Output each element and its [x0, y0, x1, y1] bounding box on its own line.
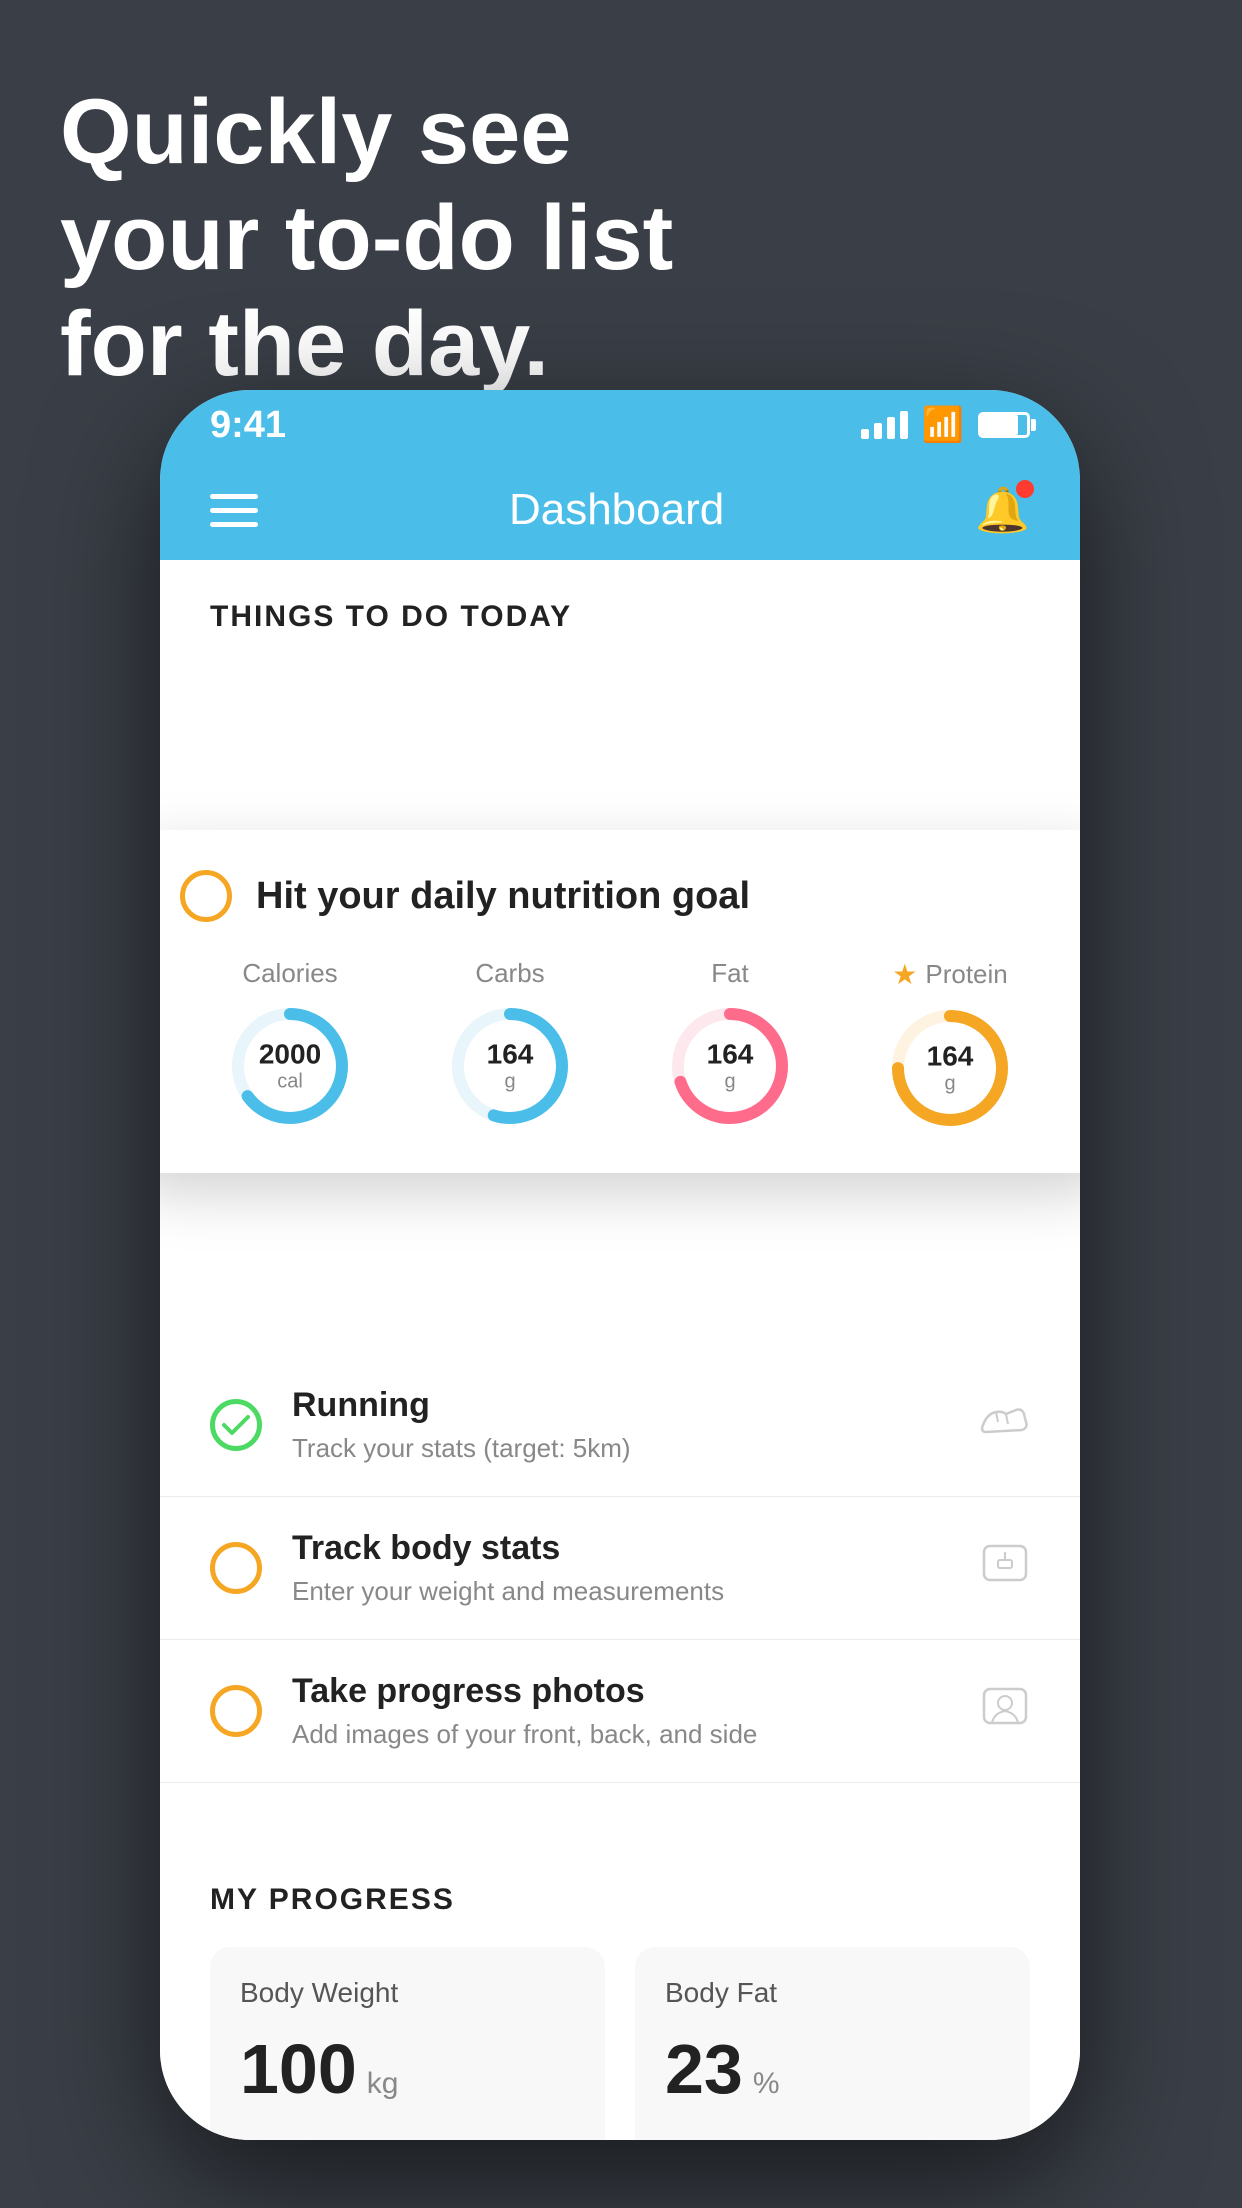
running-title: Running: [292, 1386, 948, 1425]
bell-icon[interactable]: 🔔: [975, 484, 1030, 536]
progress-photos-checkbox[interactable]: [210, 1685, 262, 1737]
protein-ring: 164 g: [885, 1003, 1015, 1133]
phone-mockup: 9:41 📶 Dashboard 🔔 TH: [160, 390, 1080, 2140]
body-stats-subtitle: Enter your weight and measurements: [292, 1576, 950, 1607]
signal-icon: [861, 411, 908, 439]
nutrition-macros: Calories 2000 cal Carbs: [180, 958, 1060, 1133]
body-fat-card-title: Body Fat: [665, 1977, 1000, 2009]
headline-line1: Quickly see: [60, 80, 673, 186]
star-icon: ★: [892, 958, 917, 991]
body-fat-card: Body Fat 23 %: [635, 1947, 1030, 2140]
body-weight-card-title: Body Weight: [240, 1977, 575, 2009]
running-subtitle: Track your stats (target: 5km): [292, 1433, 948, 1464]
running-checkbox[interactable]: [210, 1399, 262, 1451]
headline-line2: your to-do list: [60, 186, 673, 292]
progress-section: MY PROGRESS Body Weight 100 kg: [160, 1843, 1080, 2140]
todo-item-running[interactable]: Running Track your stats (target: 5km): [160, 1354, 1080, 1497]
body-stats-text: Track body stats Enter your weight and m…: [292, 1529, 950, 1607]
progress-photos-subtitle: Add images of your front, back, and side: [292, 1719, 950, 1750]
shoe-icon: [978, 1400, 1030, 1450]
hamburger-menu-icon[interactable]: [210, 494, 258, 527]
calories-ring: 2000 cal: [225, 1001, 355, 1131]
body-fat-number: 23: [665, 2029, 743, 2109]
status-time: 9:41: [210, 404, 286, 447]
body-weight-chart: [240, 2129, 575, 2140]
main-content: THINGS TO DO TODAY Hit your daily nutrit…: [160, 560, 1080, 2140]
fat-ring: 164 g: [665, 1001, 795, 1131]
notification-dot: [1016, 480, 1034, 498]
carbs-value: 164 g: [487, 1040, 534, 1093]
todo-item-body-stats[interactable]: Track body stats Enter your weight and m…: [160, 1497, 1080, 1640]
nutrition-title: Hit your daily nutrition goal: [256, 875, 750, 918]
todo-item-progress-photos[interactable]: Take progress photos Add images of your …: [160, 1640, 1080, 1783]
status-icons: 📶: [861, 405, 1030, 445]
fat-label: Fat: [711, 958, 749, 989]
body-weight-card: Body Weight 100 kg: [210, 1947, 605, 2140]
calories-value: 2000 cal: [259, 1040, 321, 1093]
body-stats-title: Track body stats: [292, 1529, 950, 1568]
headline: Quickly see your to-do list for the day.: [60, 80, 673, 397]
body-fat-unit: %: [753, 2067, 780, 2101]
progress-section-title: MY PROGRESS: [210, 1883, 1030, 1917]
person-photo-icon: [980, 1681, 1030, 1741]
body-fat-chart: [665, 2129, 1000, 2140]
body-stats-checkbox[interactable]: [210, 1542, 262, 1594]
headline-line3: for the day.: [60, 292, 673, 398]
app-header: Dashboard 🔔: [160, 460, 1080, 560]
protein-value: 164 g: [927, 1042, 974, 1095]
progress-cards: Body Weight 100 kg: [210, 1947, 1030, 2140]
body-fat-value: 23 %: [665, 2029, 1000, 2109]
nutrition-card-header: Hit your daily nutrition goal: [180, 870, 1060, 922]
macro-carbs: Carbs 164 g: [445, 958, 575, 1131]
body-weight-unit: kg: [367, 2067, 399, 2101]
todo-list: Running Track your stats (target: 5km) T…: [160, 1354, 1080, 1783]
body-weight-value: 100 kg: [240, 2029, 575, 2109]
scale-icon: [980, 1538, 1030, 1598]
things-today-header: THINGS TO DO TODAY: [160, 560, 1080, 654]
carbs-ring: 164 g: [445, 1001, 575, 1131]
macro-protein: ★ Protein 164 g: [885, 958, 1015, 1133]
fat-value: 164 g: [707, 1040, 754, 1093]
calories-label: Calories: [242, 958, 337, 989]
nutrition-checkbox[interactable]: [180, 870, 232, 922]
header-title: Dashboard: [509, 485, 724, 535]
nutrition-card: Hit your daily nutrition goal Calories 2…: [160, 830, 1080, 1173]
wifi-icon: 📶: [922, 405, 964, 445]
status-bar: 9:41 📶: [160, 390, 1080, 460]
macro-calories: Calories 2000 cal: [225, 958, 355, 1131]
body-weight-number: 100: [240, 2029, 357, 2109]
protein-label: ★ Protein: [892, 958, 1008, 991]
running-text: Running Track your stats (target: 5km): [292, 1386, 948, 1464]
progress-photos-text: Take progress photos Add images of your …: [292, 1672, 950, 1750]
progress-photos-title: Take progress photos: [292, 1672, 950, 1711]
carbs-label: Carbs: [475, 958, 544, 989]
macro-fat: Fat 164 g: [665, 958, 795, 1131]
battery-icon: [978, 412, 1030, 438]
